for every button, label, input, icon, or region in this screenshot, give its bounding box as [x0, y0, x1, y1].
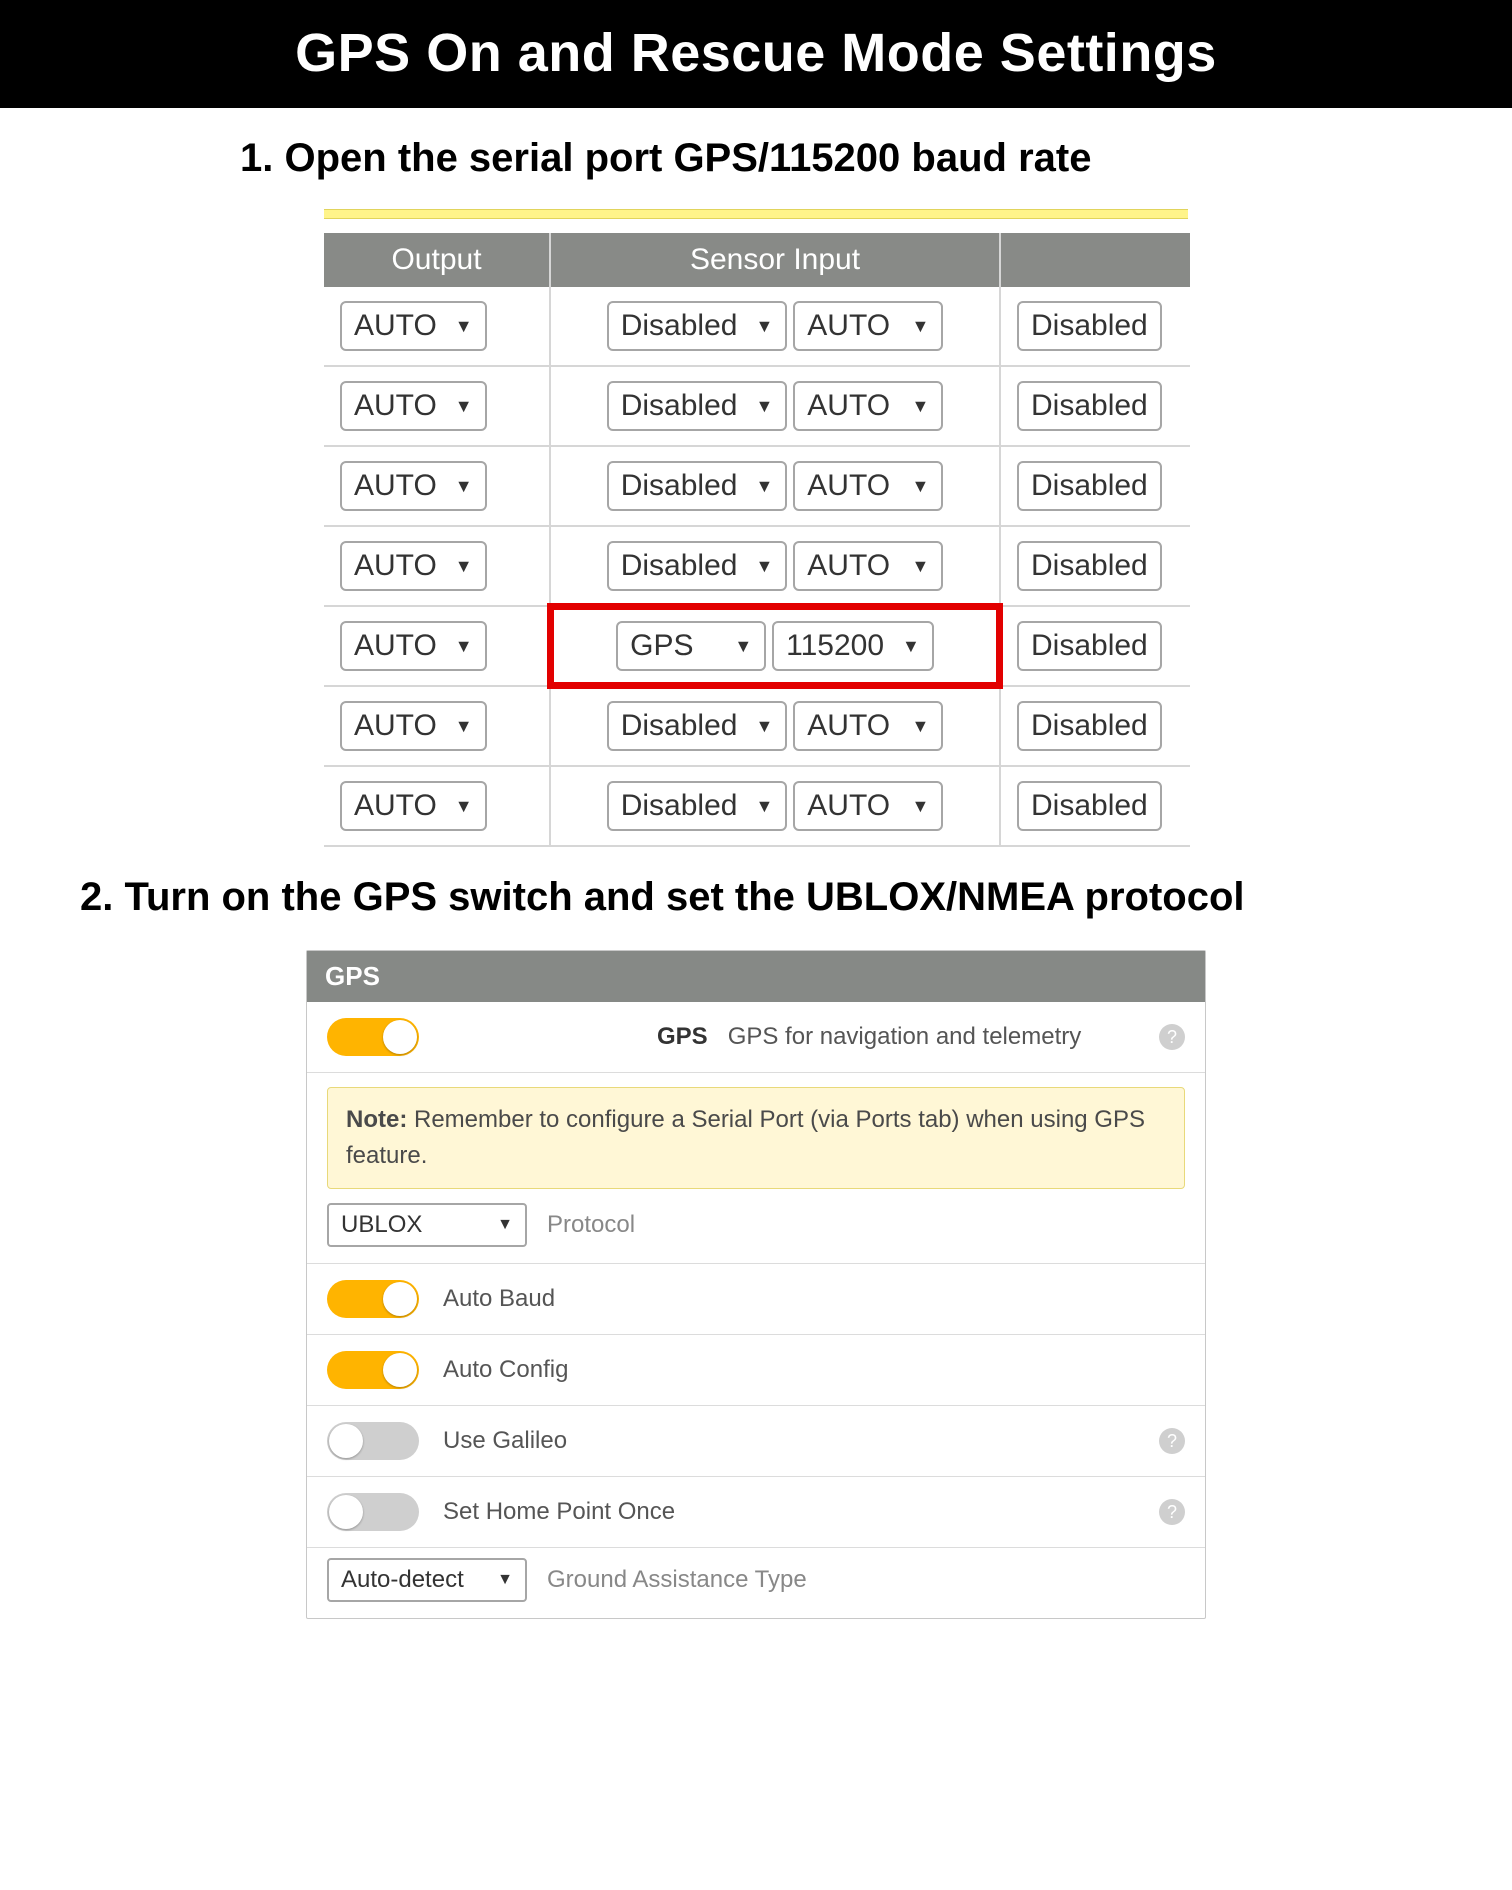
- chevron-down-icon: ▼: [734, 636, 752, 657]
- chevron-down-icon: ▼: [911, 716, 929, 737]
- extra-select[interactable]: Disabled: [1017, 621, 1162, 671]
- extra-select[interactable]: Disabled: [1017, 381, 1162, 431]
- output-select[interactable]: AUTO▼: [340, 381, 487, 431]
- chevron-down-icon: ▼: [911, 396, 929, 417]
- output-select[interactable]: AUTO▼: [340, 461, 487, 511]
- table-row: AUTO▼Disabled▼AUTO▼Disabled: [324, 526, 1190, 606]
- chevron-down-icon: ▼: [902, 636, 920, 657]
- chevron-down-icon: ▼: [755, 396, 773, 417]
- ports-table: Output Sensor Input AUTO▼Disabled▼AUTO▼D…: [324, 233, 1190, 847]
- table-row: AUTO▼Disabled▼AUTO▼Disabled: [324, 446, 1190, 526]
- extra-select[interactable]: Disabled: [1017, 701, 1162, 751]
- extra-select[interactable]: Disabled: [1017, 541, 1162, 591]
- chevron-down-icon: ▼: [755, 316, 773, 337]
- help-icon[interactable]: ?: [1159, 1428, 1185, 1454]
- table-row: AUTO▼ GPS▼115200▼ Disabled: [324, 606, 1190, 686]
- set-home-row: Set Home Point Once ?: [307, 1477, 1205, 1548]
- gps-note: Note: Remember to configure a Serial Por…: [327, 1087, 1185, 1189]
- set-home-label: Set Home Point Once: [443, 1498, 675, 1526]
- chevron-down-icon: ▼: [455, 396, 473, 417]
- sensor-type-select[interactable]: Disabled▼: [607, 781, 788, 831]
- col-header-extra: [1000, 233, 1190, 287]
- use-galileo-toggle[interactable]: [327, 1422, 419, 1460]
- chevron-down-icon: ▼: [455, 796, 473, 817]
- chevron-down-icon: ▼: [755, 716, 773, 737]
- auto-config-row: Auto Config: [307, 1335, 1205, 1406]
- use-galileo-label: Use Galileo: [443, 1427, 567, 1455]
- extra-select[interactable]: Disabled: [1017, 461, 1162, 511]
- auto-baud-label: Auto Baud: [443, 1285, 555, 1313]
- table-row: AUTO▼Disabled▼AUTO▼Disabled: [324, 287, 1190, 366]
- sensor-type-select[interactable]: Disabled▼: [607, 301, 788, 351]
- auto-baud-row: Auto Baud: [307, 1264, 1205, 1335]
- gps-panel-header: GPS: [307, 951, 1205, 1002]
- ports-table-container: Output Sensor Input AUTO▼Disabled▼AUTO▼D…: [324, 209, 1188, 847]
- output-select[interactable]: AUTO▼: [340, 541, 487, 591]
- chevron-down-icon: ▼: [911, 796, 929, 817]
- step2-heading: 2. Turn on the GPS switch and set the UB…: [80, 875, 1512, 920]
- gps-master-label: GPS GPS for navigation and telemetry: [657, 1023, 1081, 1051]
- help-icon[interactable]: ?: [1159, 1499, 1185, 1525]
- output-select[interactable]: AUTO▼: [340, 781, 487, 831]
- sensor-baud-select[interactable]: AUTO▼: [793, 461, 943, 511]
- sensor-baud-select[interactable]: AUTO▼: [793, 381, 943, 431]
- sensor-type-select[interactable]: Disabled▼: [607, 461, 788, 511]
- step1-heading: 1. Open the serial port GPS/115200 baud …: [240, 136, 1512, 181]
- sensor-type-select[interactable]: GPS▼: [616, 621, 766, 671]
- use-galileo-row: Use Galileo ?: [307, 1406, 1205, 1477]
- chevron-down-icon: ▼: [455, 476, 473, 497]
- ground-assist-label: Ground Assistance Type: [547, 1566, 807, 1594]
- sensor-baud-select[interactable]: AUTO▼: [793, 301, 943, 351]
- chevron-down-icon: ▼: [755, 476, 773, 497]
- ground-assist-row: Auto-detect ▼ Ground Assistance Type: [307, 1548, 1205, 1618]
- protocol-row: UBLOX ▼ Protocol: [307, 1203, 1205, 1264]
- chevron-down-icon: ▼: [911, 316, 929, 337]
- chevron-down-icon: ▼: [911, 556, 929, 577]
- auto-config-toggle[interactable]: [327, 1351, 419, 1389]
- table-row: AUTO▼Disabled▼AUTO▼Disabled: [324, 686, 1190, 766]
- sensor-type-select[interactable]: Disabled▼: [607, 381, 788, 431]
- yellow-divider: [324, 209, 1188, 219]
- ground-assist-select[interactable]: Auto-detect ▼: [327, 1558, 527, 1602]
- chevron-down-icon: ▼: [455, 636, 473, 657]
- chevron-down-icon: ▼: [755, 796, 773, 817]
- gps-master-row: GPS GPS for navigation and telemetry ?: [307, 1002, 1205, 1073]
- help-icon[interactable]: ?: [1159, 1024, 1185, 1050]
- chevron-down-icon: ▼: [497, 1571, 513, 1589]
- col-header-sensor: Sensor Input: [550, 233, 1000, 287]
- sensor-baud-select[interactable]: AUTO▼: [793, 541, 943, 591]
- auto-baud-toggle[interactable]: [327, 1280, 419, 1318]
- sensor-type-select[interactable]: Disabled▼: [607, 541, 788, 591]
- table-row: AUTO▼Disabled▼AUTO▼Disabled: [324, 366, 1190, 446]
- page-title: GPS On and Rescue Mode Settings: [0, 0, 1512, 108]
- chevron-down-icon: ▼: [455, 556, 473, 577]
- chevron-down-icon: ▼: [455, 716, 473, 737]
- gps-panel: GPS GPS GPS for navigation and telemetry…: [306, 950, 1206, 1619]
- sensor-baud-select[interactable]: AUTO▼: [793, 781, 943, 831]
- output-select[interactable]: AUTO▼: [340, 621, 487, 671]
- sensor-baud-select[interactable]: 115200▼: [772, 621, 934, 671]
- chevron-down-icon: ▼: [755, 556, 773, 577]
- sensor-type-select[interactable]: Disabled▼: [607, 701, 788, 751]
- table-row: AUTO▼Disabled▼AUTO▼Disabled: [324, 766, 1190, 846]
- chevron-down-icon: ▼: [911, 476, 929, 497]
- extra-select[interactable]: Disabled: [1017, 781, 1162, 831]
- auto-config-label: Auto Config: [443, 1356, 568, 1384]
- set-home-toggle[interactable]: [327, 1493, 419, 1531]
- output-select[interactable]: AUTO▼: [340, 701, 487, 751]
- chevron-down-icon: ▼: [455, 316, 473, 337]
- col-header-output: Output: [324, 233, 550, 287]
- chevron-down-icon: ▼: [497, 1216, 513, 1234]
- gps-panel-container: GPS GPS GPS for navigation and telemetry…: [306, 950, 1206, 1619]
- protocol-select[interactable]: UBLOX ▼: [327, 1203, 527, 1247]
- output-select[interactable]: AUTO▼: [340, 301, 487, 351]
- extra-select[interactable]: Disabled: [1017, 301, 1162, 351]
- gps-master-toggle[interactable]: [327, 1018, 419, 1056]
- sensor-baud-select[interactable]: AUTO▼: [793, 701, 943, 751]
- protocol-label: Protocol: [547, 1211, 635, 1239]
